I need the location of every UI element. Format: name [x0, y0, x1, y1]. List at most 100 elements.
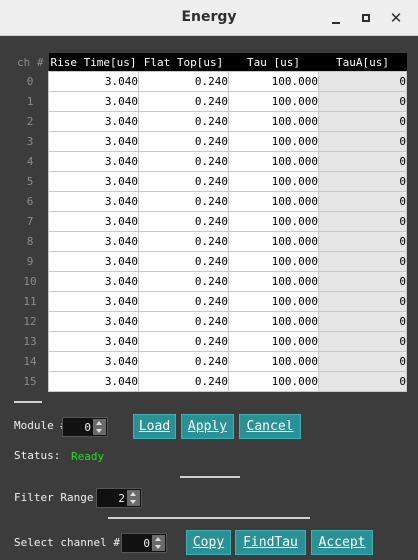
channel-number: 15: [12, 371, 49, 392]
tau-cell[interactable]: 100.000: [228, 351, 319, 372]
channel-number: 6: [12, 191, 49, 212]
findtau-button[interactable]: FindTau: [235, 530, 306, 555]
table-row: 6 3.040 0.240 100.000 0: [12, 191, 407, 212]
flat-top-cell[interactable]: 0.240: [138, 351, 229, 372]
flat-top-cell[interactable]: 0.240: [138, 251, 229, 272]
select-channel-value: 0: [143, 537, 150, 550]
taua-cell: 0: [318, 91, 407, 112]
table-row: 12 3.040 0.240 100.000 0: [12, 311, 407, 332]
rise-time-cell[interactable]: 3.040: [48, 131, 139, 152]
rise-time-cell[interactable]: 3.040: [48, 191, 139, 212]
tau-cell[interactable]: 100.000: [228, 111, 319, 132]
flat-top-cell[interactable]: 0.240: [138, 111, 229, 132]
taua-cell: 0: [318, 231, 407, 252]
rise-time-cell[interactable]: 3.040: [48, 151, 139, 172]
tau-cell[interactable]: 100.000: [228, 331, 319, 352]
table-row: 10 3.040 0.240 100.000 0: [12, 271, 407, 292]
table-row: 4 3.040 0.240 100.000 0: [12, 151, 407, 172]
flat-top-cell[interactable]: 0.240: [138, 271, 229, 292]
apply-button[interactable]: Apply: [181, 414, 234, 439]
channel-number: 0: [12, 71, 49, 92]
tau-cell[interactable]: 100.000: [228, 231, 319, 252]
rise-time-cell[interactable]: 3.040: [48, 111, 139, 132]
flat-top-cell[interactable]: 0.240: [138, 151, 229, 172]
rise-time-cell[interactable]: 3.040: [48, 331, 139, 352]
taua-cell: 0: [318, 211, 407, 232]
taua-header: TauA[us]: [318, 53, 407, 72]
tau-header: Tau [us]: [228, 53, 319, 72]
tau-cell[interactable]: 100.000: [228, 211, 319, 232]
copy-button[interactable]: Copy: [186, 530, 231, 555]
minimize-icon[interactable]: [326, 8, 346, 28]
tau-cell[interactable]: 100.000: [228, 71, 319, 92]
tau-cell[interactable]: 100.000: [228, 371, 319, 392]
rise-time-cell[interactable]: 3.040: [48, 311, 139, 332]
flat-top-cell[interactable]: 0.240: [138, 131, 229, 152]
tau-cell[interactable]: 100.000: [228, 171, 319, 192]
tau-cell[interactable]: 100.000: [228, 91, 319, 112]
rise-time-cell[interactable]: 3.040: [48, 271, 139, 292]
channel-number: 13: [12, 331, 49, 352]
status-value: Ready: [71, 450, 105, 463]
rise-time-cell[interactable]: 3.040: [48, 211, 139, 232]
rise-time-cell[interactable]: 3.040: [48, 351, 139, 372]
table-row: 2 3.040 0.240 100.000 0: [12, 111, 407, 132]
spin-up-icon[interactable]: [152, 535, 165, 543]
tau-cell[interactable]: 100.000: [228, 131, 319, 152]
module-value: 0: [84, 421, 91, 434]
taua-cell: 0: [318, 291, 407, 312]
spin-up-icon[interactable]: [127, 490, 140, 498]
taua-cell: 0: [318, 111, 407, 132]
close-icon[interactable]: ✕: [386, 8, 406, 28]
cancel-button[interactable]: Cancel: [239, 414, 301, 439]
maximize-icon[interactable]: [356, 8, 376, 28]
rise-time-header: Rise Time[us]: [48, 53, 139, 72]
tau-cell[interactable]: 100.000: [228, 311, 319, 332]
flat-top-cell[interactable]: 0.240: [138, 291, 229, 312]
title-bar: Energy ✕: [0, 0, 418, 36]
rise-time-cell[interactable]: 3.040: [48, 171, 139, 192]
rise-time-cell[interactable]: 3.040: [48, 291, 139, 312]
rise-time-cell[interactable]: 3.040: [48, 251, 139, 272]
select-channel-spinner[interactable]: 0: [121, 533, 167, 553]
flat-top-cell[interactable]: 0.240: [138, 371, 229, 392]
taua-cell: 0: [318, 311, 407, 332]
tau-cell[interactable]: 100.000: [228, 271, 319, 292]
rise-time-cell[interactable]: 3.040: [48, 371, 139, 392]
flat-top-cell[interactable]: 0.240: [138, 191, 229, 212]
tau-cell[interactable]: 100.000: [228, 251, 319, 272]
module-label: Module #: [14, 419, 67, 432]
taua-cell: 0: [318, 371, 407, 392]
rise-time-cell[interactable]: 3.040: [48, 231, 139, 252]
spin-down-icon[interactable]: [127, 498, 140, 506]
energy-table: ch # Rise Time[us] Flat Top[us] Tau [us]…: [12, 53, 407, 392]
flat-top-cell[interactable]: 0.240: [138, 91, 229, 112]
accept-button[interactable]: Accept: [311, 530, 373, 555]
flat-top-cell[interactable]: 0.240: [138, 231, 229, 252]
channel-number: 1: [12, 91, 49, 112]
taua-cell: 0: [318, 71, 407, 92]
flat-top-cell[interactable]: 0.240: [138, 311, 229, 332]
taua-cell: 0: [318, 351, 407, 372]
taua-cell: 0: [318, 151, 407, 172]
load-button[interactable]: Load: [133, 414, 176, 439]
rise-time-cell[interactable]: 3.040: [48, 91, 139, 112]
table-row: 11 3.040 0.240 100.000 0: [12, 291, 407, 312]
spin-down-icon[interactable]: [93, 427, 106, 435]
flat-top-cell[interactable]: 0.240: [138, 211, 229, 232]
select-channel-label: Select channel #: [14, 536, 120, 549]
flat-top-cell[interactable]: 0.240: [138, 171, 229, 192]
filter-range-spinner[interactable]: 2: [96, 488, 142, 508]
rise-time-cell[interactable]: 3.040: [48, 71, 139, 92]
tau-cell[interactable]: 100.000: [228, 291, 319, 312]
module-spinner[interactable]: 0: [62, 417, 108, 437]
flat-top-cell[interactable]: 0.240: [138, 331, 229, 352]
taua-cell: 0: [318, 251, 407, 272]
channel-number: 7: [12, 211, 49, 232]
spin-down-icon[interactable]: [152, 543, 165, 551]
filter-range-label: Filter Range: [14, 491, 94, 504]
flat-top-cell[interactable]: 0.240: [138, 71, 229, 92]
tau-cell[interactable]: 100.000: [228, 151, 319, 172]
tau-cell[interactable]: 100.000: [228, 191, 319, 212]
spin-up-icon[interactable]: [93, 419, 106, 427]
